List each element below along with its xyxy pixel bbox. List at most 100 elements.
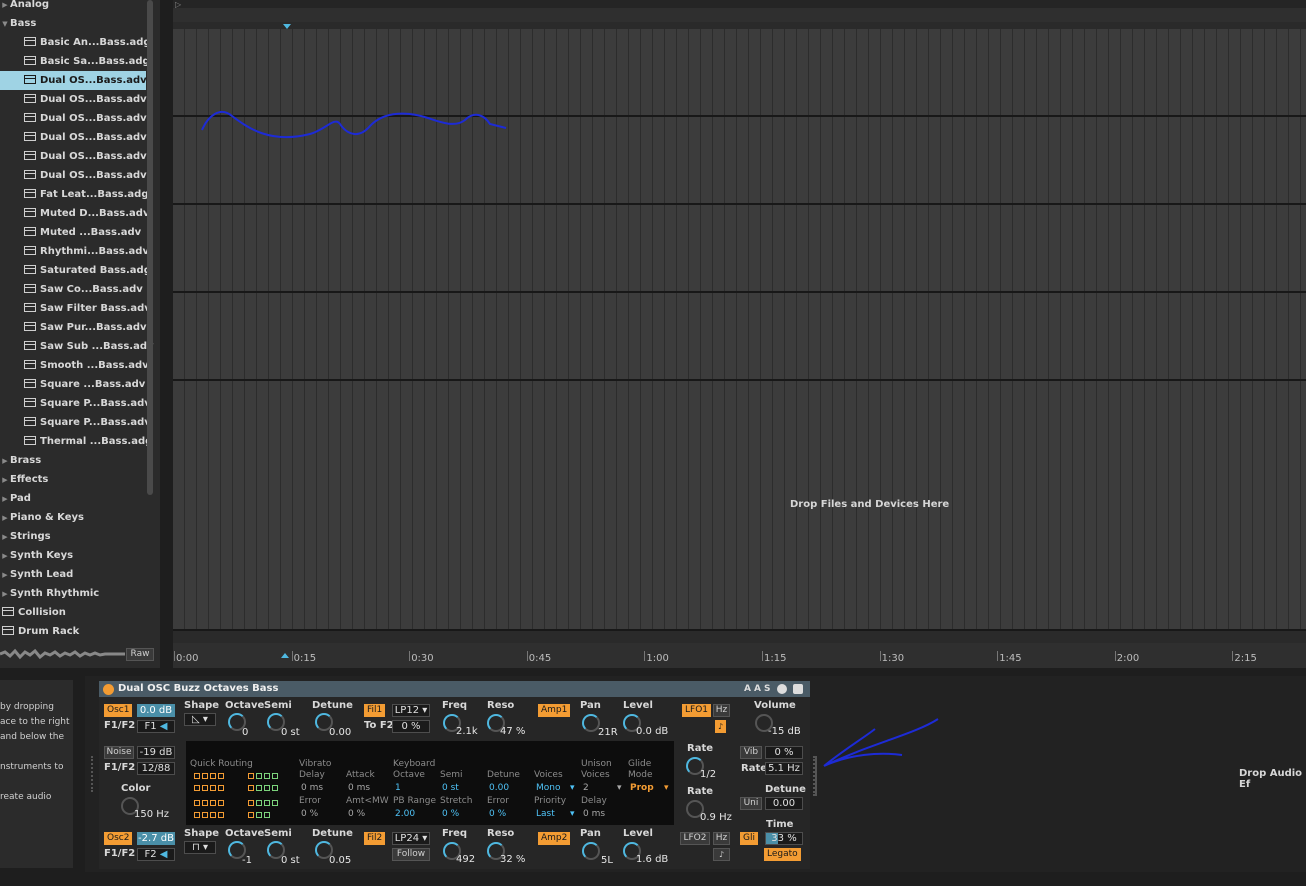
expand-triangle-icon[interactable]: ▶ bbox=[0, 0, 10, 15]
raw-button[interactable]: Raw bbox=[126, 648, 154, 661]
track-lane[interactable] bbox=[173, 293, 1306, 379]
browser-item[interactable]: ▶ Synth Rhythmic bbox=[0, 584, 146, 603]
fil2-type[interactable]: LP24 ▾ bbox=[392, 832, 430, 845]
glide-toggle[interactable]: Gli bbox=[740, 832, 758, 845]
hot-swap-icon[interactable] bbox=[777, 684, 787, 694]
browser-item[interactable]: ▼ Bass bbox=[0, 14, 146, 33]
routing-node[interactable] bbox=[202, 773, 208, 779]
header-button-a2[interactable]: A bbox=[754, 684, 764, 694]
fil2-toggle[interactable]: Fil2 bbox=[364, 832, 386, 845]
browser-item[interactable]: Thermal ...Bass.adg bbox=[0, 432, 152, 451]
browser-item[interactable]: Saw Sub ...Bass.adv bbox=[0, 337, 154, 356]
routing-node[interactable] bbox=[218, 800, 224, 806]
pb-range-value[interactable]: 2.00 bbox=[395, 809, 415, 819]
routing-node[interactable] bbox=[264, 785, 270, 791]
browser-item[interactable]: Dual OS...Bass.adv bbox=[0, 71, 147, 90]
unison-toggle[interactable]: Uni bbox=[740, 797, 762, 810]
expand-triangle-icon[interactable]: ▶ bbox=[0, 585, 10, 604]
preview-waveform[interactable] bbox=[0, 645, 125, 663]
collapse-triangle-icon[interactable]: ▼ bbox=[0, 15, 10, 34]
voices-select[interactable]: Mono bbox=[536, 783, 560, 793]
browser-item[interactable]: ▶ Effects bbox=[0, 470, 146, 489]
vibrato-attack-value[interactable]: 0 ms bbox=[348, 783, 370, 793]
browser-item[interactable]: Drum Rack bbox=[0, 622, 146, 641]
routing-node[interactable] bbox=[210, 800, 216, 806]
routing-node[interactable] bbox=[218, 785, 224, 791]
routing-node[interactable] bbox=[202, 785, 208, 791]
lfo2-toggle[interactable]: LFO2 bbox=[680, 832, 710, 845]
header-button-s[interactable]: S bbox=[764, 684, 773, 694]
loop-marker-icon[interactable] bbox=[281, 653, 289, 658]
track-lane[interactable] bbox=[173, 205, 1306, 291]
browser-item[interactable]: Square P...Bass.adv bbox=[0, 394, 151, 413]
lfo2-sync-note-icon[interactable]: ♪ bbox=[713, 848, 730, 861]
routing-node[interactable] bbox=[210, 785, 216, 791]
browser-item[interactable]: Saw Filter Bass.adv bbox=[0, 299, 151, 318]
device-power-button[interactable] bbox=[103, 684, 114, 695]
track-lane[interactable] bbox=[173, 29, 1306, 115]
osc2-f1f2[interactable]: F2 ◀ bbox=[137, 848, 175, 861]
fil2-follow-button[interactable]: Follow bbox=[392, 848, 430, 861]
osc1-f1f2[interactable]: F1 ◀ bbox=[137, 720, 175, 733]
lfo2-hz-button[interactable]: Hz bbox=[713, 832, 730, 845]
routing-node[interactable] bbox=[272, 785, 278, 791]
browser-item[interactable]: Dual OS...Bass.adv bbox=[0, 166, 147, 185]
arrangement-view[interactable]: ▷ bbox=[173, 0, 1306, 668]
expand-triangle-icon[interactable]: ▶ bbox=[0, 452, 10, 471]
noise-f1f2[interactable]: 12/88 bbox=[137, 762, 175, 775]
vibrato-delay-value[interactable]: 0 ms bbox=[301, 783, 323, 793]
osc2-toggle[interactable]: Osc2 bbox=[104, 832, 133, 845]
browser-item[interactable]: Dual OS...Bass.adv bbox=[0, 128, 147, 147]
unison-delay-value[interactable]: 0 ms bbox=[583, 809, 605, 819]
browser-item[interactable]: Basic An...Bass.adg bbox=[0, 33, 151, 52]
expand-triangle-icon[interactable]: ▶ bbox=[0, 566, 10, 585]
routing-node[interactable] bbox=[248, 785, 254, 791]
routing-node[interactable] bbox=[210, 812, 216, 818]
expand-triangle-icon[interactable]: ▶ bbox=[0, 471, 10, 490]
playhead-marker-icon[interactable] bbox=[283, 24, 291, 29]
routing-node[interactable] bbox=[218, 773, 224, 779]
keyboard-octave-value[interactable]: 1 bbox=[395, 783, 401, 793]
voices-dropdown-icon[interactable]: ▾ bbox=[570, 783, 575, 793]
browser-item[interactable]: ▶ Synth Keys bbox=[0, 546, 146, 565]
browser-item[interactable]: Dual OS...Bass.adv bbox=[0, 90, 147, 109]
amp2-toggle[interactable]: Amp2 bbox=[538, 832, 571, 845]
unison-detune[interactable]: 0.00 bbox=[765, 797, 803, 810]
keyboard-semi-value[interactable]: 0 st bbox=[442, 783, 459, 793]
osc1-level[interactable]: 0.0 dB bbox=[137, 704, 175, 717]
browser-item[interactable]: Saw Pur...Bass.adv bbox=[0, 318, 147, 337]
browser-item[interactable]: Rhythmi...Bass.adv bbox=[0, 242, 149, 261]
keyboard-error-value[interactable]: 0 % bbox=[489, 809, 506, 819]
vibrato-amount[interactable]: 0 % bbox=[765, 746, 803, 759]
vibrato-rate[interactable]: 5.1 Hz bbox=[765, 762, 803, 775]
device-grip-left[interactable] bbox=[91, 756, 93, 792]
routing-node[interactable] bbox=[272, 800, 278, 806]
routing-node[interactable] bbox=[248, 812, 254, 818]
header-button-a[interactable]: A bbox=[744, 684, 754, 694]
osc1-toggle[interactable]: Osc1 bbox=[104, 704, 133, 717]
routing-node[interactable] bbox=[248, 800, 254, 806]
routing-node[interactable] bbox=[202, 812, 208, 818]
browser-item[interactable]: Saw Co...Bass.adv bbox=[0, 280, 146, 299]
routing-node[interactable] bbox=[264, 812, 270, 818]
routing-node[interactable] bbox=[202, 800, 208, 806]
browser-item[interactable]: ▶ Analog bbox=[0, 0, 146, 14]
browser-item[interactable]: Dual OS...Bass.adv bbox=[0, 147, 147, 166]
priority-dropdown-icon[interactable]: ▾ bbox=[570, 809, 575, 819]
drop-area[interactable] bbox=[173, 381, 1306, 629]
lfo1-hz-button[interactable]: Hz bbox=[713, 704, 730, 717]
osc1-shape-select[interactable]: ◺ ▾ bbox=[184, 713, 216, 726]
expand-triangle-icon[interactable]: ▶ bbox=[0, 528, 10, 547]
unison-voices-dropdown-icon[interactable]: ▾ bbox=[617, 783, 622, 793]
amp1-toggle[interactable]: Amp1 bbox=[538, 704, 571, 717]
routing-node[interactable] bbox=[256, 785, 262, 791]
lfo1-sync-note-icon[interactable]: ♪ bbox=[715, 720, 727, 733]
keyboard-detune-value[interactable]: 0.00 bbox=[489, 783, 509, 793]
browser-scrollbar[interactable] bbox=[147, 0, 153, 495]
browser-item[interactable]: Fat Leat...Bass.adg bbox=[0, 185, 148, 204]
routing-node[interactable] bbox=[256, 812, 262, 818]
lfo1-toggle[interactable]: LFO1 bbox=[682, 704, 712, 717]
routing-node[interactable] bbox=[194, 773, 200, 779]
browser-item[interactable]: Collision bbox=[0, 603, 146, 622]
noise-toggle[interactable]: Noise bbox=[104, 746, 134, 759]
